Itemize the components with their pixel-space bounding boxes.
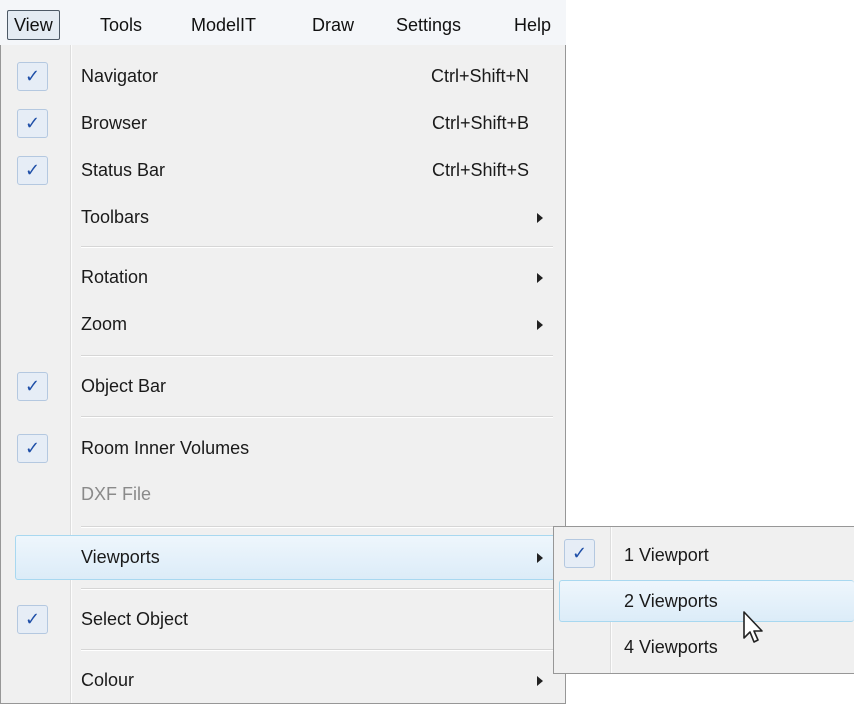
menu-item-label: DXF File (81, 484, 152, 504)
menu-item-label: Object Bar (81, 376, 167, 396)
viewports-submenu: ✓ 1 Viewport 2 Viewports 4 Viewports (553, 526, 854, 674)
menu-item-label: Navigator (81, 66, 159, 86)
menu-item-label: Colour (81, 670, 135, 690)
menu-separator (81, 588, 553, 590)
check-icon: ✓ (17, 62, 48, 91)
menu-modelit[interactable]: ModelIT (183, 10, 264, 40)
mouse-pointer-icon (743, 611, 763, 643)
shortcut-label: Ctrl+Shift+B (431, 113, 529, 133)
menu-item-rotation[interactable]: Rotation (1, 254, 565, 301)
check-icon: ✓ (17, 605, 48, 634)
menu-view[interactable]: View (7, 10, 60, 40)
menu-item-viewports[interactable]: Viewports (1, 534, 565, 581)
menu-separator (81, 649, 553, 651)
submenu-item-4-viewports[interactable]: 4 Viewports (554, 625, 854, 669)
menu-item-label: Status Bar (81, 160, 166, 180)
chevron-right-icon (537, 553, 543, 563)
view-menu: ✓ Navigator Ctrl+Shift+N ✓ Browser Ctrl+… (0, 45, 566, 704)
menu-item-label: Room Inner Volumes (81, 438, 250, 458)
chevron-right-icon (537, 273, 543, 283)
menu-item-dxf-file: DXF File (1, 471, 565, 518)
shortcut-label: Ctrl+Shift+S (431, 160, 529, 180)
menu-separator (81, 246, 553, 248)
submenu-item-1-viewport[interactable]: ✓ 1 Viewport (554, 533, 854, 577)
menu-item-browser[interactable]: ✓ Browser Ctrl+Shift+B (1, 100, 565, 147)
chevron-right-icon (537, 320, 543, 330)
menu-bar: View Tools ModelIT Draw Settings Help (0, 0, 566, 47)
shortcut-label: Ctrl+Shift+N (430, 66, 529, 86)
menu-draw[interactable]: Draw (304, 10, 362, 40)
check-icon: ✓ (17, 156, 48, 185)
menu-tools[interactable]: Tools (92, 10, 150, 40)
submenu-item-label: 2 Viewports (624, 591, 718, 611)
submenu-item-label: 4 Viewports (624, 637, 718, 657)
menu-item-select-object[interactable]: ✓ Select Object (1, 596, 565, 643)
menu-item-zoom[interactable]: Zoom (1, 301, 565, 348)
menu-separator (81, 355, 553, 357)
menu-settings[interactable]: Settings (388, 10, 469, 40)
menu-item-colour[interactable]: Colour (1, 657, 565, 704)
menu-item-label: Viewports (81, 547, 160, 567)
menu-separator (81, 416, 553, 418)
menu-item-label: Browser (81, 113, 148, 133)
menu-item-toolbars[interactable]: Toolbars (1, 194, 565, 241)
check-icon: ✓ (17, 109, 48, 138)
menu-item-label: Rotation (81, 267, 149, 287)
submenu-item-2-viewports[interactable]: 2 Viewports (554, 579, 854, 623)
chevron-right-icon (537, 676, 543, 686)
menu-item-room-inner-volumes[interactable]: ✓ Room Inner Volumes (1, 425, 565, 472)
submenu-item-label: 1 Viewport (624, 545, 709, 565)
menu-help[interactable]: Help (506, 10, 559, 40)
menu-item-label: Select Object (81, 609, 189, 629)
menu-item-navigator[interactable]: ✓ Navigator Ctrl+Shift+N (1, 53, 565, 100)
check-icon: ✓ (17, 372, 48, 401)
menu-item-status-bar[interactable]: ✓ Status Bar Ctrl+Shift+S (1, 147, 565, 194)
menu-separator (81, 526, 553, 528)
check-icon: ✓ (17, 434, 48, 463)
check-icon: ✓ (564, 539, 595, 568)
chevron-right-icon (537, 213, 543, 223)
menu-item-label: Zoom (81, 314, 128, 334)
menu-item-label: Toolbars (81, 207, 150, 227)
menu-item-object-bar[interactable]: ✓ Object Bar (1, 363, 565, 410)
